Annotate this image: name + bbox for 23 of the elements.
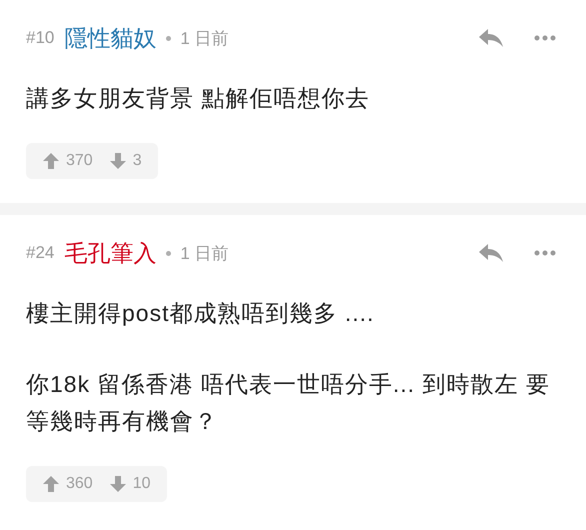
comment-text: 講多女朋友背景 點解佢唔想你去 — [26, 84, 370, 113]
floor-number: #24 — [26, 243, 54, 263]
comment-text: 樓主開得post都成熟唔到幾多 .... — [26, 299, 376, 328]
down-arrow-icon — [108, 475, 127, 493]
separator-dot-icon — [166, 250, 172, 256]
upvote-button[interactable]: 360 — [34, 466, 101, 502]
more-icon[interactable] — [534, 250, 556, 256]
downvote-button[interactable]: 3 — [100, 143, 150, 179]
downvote-button[interactable]: 10 — [100, 466, 158, 502]
floor-number: #10 — [26, 28, 54, 48]
up-arrow-icon — [42, 475, 60, 493]
reply-icon[interactable] — [478, 243, 504, 263]
more-icon[interactable] — [534, 35, 556, 41]
post-time: 1 日前 — [180, 28, 229, 50]
separator-dot-icon — [166, 36, 172, 40]
reply-icon[interactable] — [478, 28, 504, 48]
up-arrow-icon — [42, 152, 60, 170]
comment-text: 你18k 留係香港 唔代表一世唔分手... 到時散左 要等幾時再有機會？ — [26, 370, 551, 436]
post-time: 1 日前 — [180, 242, 229, 264]
upvote-button[interactable]: 370 — [34, 143, 101, 179]
author-name[interactable]: 隱性貓奴 — [64, 22, 156, 54]
author-name[interactable]: 毛孔筆入 — [64, 238, 156, 268]
down-arrow-icon — [108, 152, 127, 170]
